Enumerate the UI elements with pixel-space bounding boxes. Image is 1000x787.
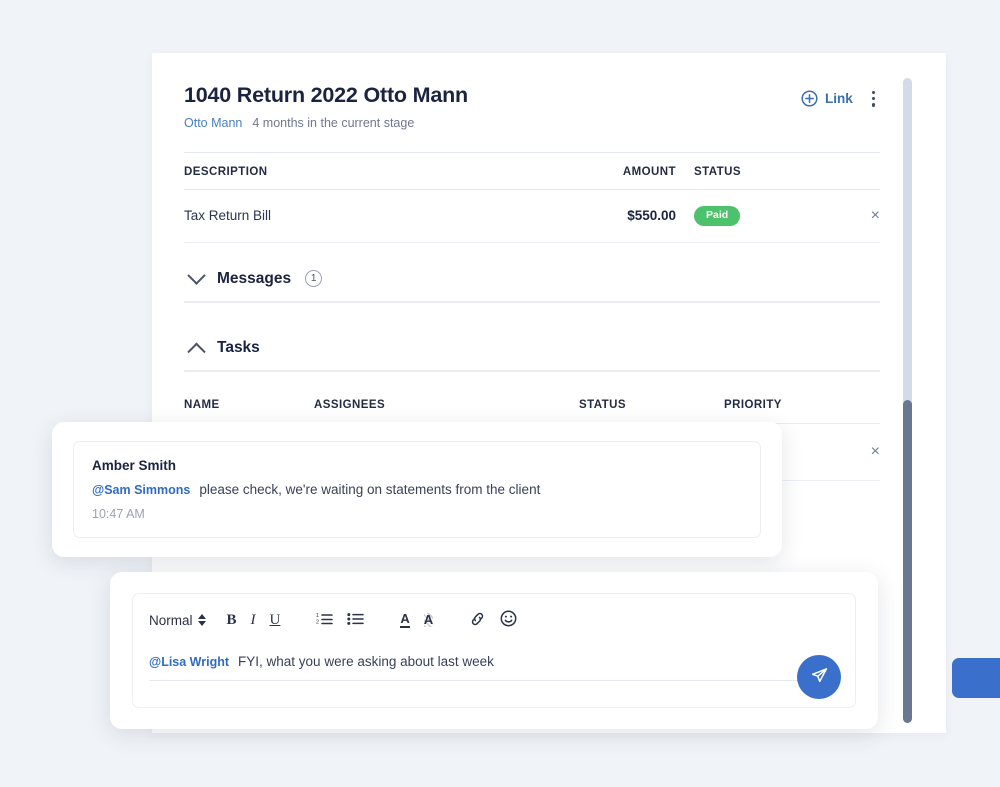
kebab-dot — [871, 103, 875, 107]
column-header-name: NAME — [184, 398, 220, 411]
task-remove-cell: × — [869, 443, 880, 461]
bill-table: DESCRIPTION AMOUNT STATUS Tax Return Bil… — [184, 151, 880, 243]
section-title-tasks: Tasks — [217, 338, 260, 356]
primary-action-button[interactable] — [952, 658, 1000, 698]
document-subtitle: Otto Mann 4 months in the current stage — [184, 116, 468, 130]
plus-circle-icon — [801, 90, 818, 107]
stepper-down-icon — [197, 621, 206, 626]
attachment-button[interactable] — [462, 608, 493, 633]
kebab-dot — [871, 97, 875, 101]
bill-amount: $550.00 — [627, 208, 676, 224]
text-style-label: Normal — [149, 612, 193, 628]
message-author: Amber Smith — [92, 458, 177, 473]
column-header-description: DESCRIPTION — [184, 165, 268, 178]
stepper-up-icon — [197, 614, 206, 619]
italic-button[interactable]: I — [244, 609, 263, 632]
column-header-amount: AMOUNT — [622, 165, 676, 178]
message-body-container: Amber Smith @Sam Simmons please check, w… — [73, 441, 761, 538]
stage-duration: 4 months in the current stage — [252, 115, 415, 130]
section-title-messages: Messages — [217, 269, 292, 287]
remove-task-button[interactable]: × — [871, 443, 880, 460]
bill-description: Tax Return Bill — [184, 208, 272, 224]
table-row[interactable]: Tax Return Bill $550.00 Paid × — [184, 190, 880, 243]
chevron-up-icon — [187, 342, 206, 362]
column-header-priority: PRIORITY — [724, 398, 782, 411]
message-preview-card: Amber Smith @Sam Simmons please check, w… — [52, 422, 782, 557]
more-options-icon[interactable] — [867, 89, 880, 109]
column-header-status: STATUS — [694, 165, 741, 178]
highlight-icon: A — [423, 612, 434, 628]
task-table-header: NAME ASSIGNEES STATUS PRIORITY — [184, 372, 880, 424]
message-timestamp: 10:47 AM — [92, 507, 145, 521]
document-header: 1040 Return 2022 Otto Mann Otto Mann 4 m… — [184, 83, 880, 130]
column-header-assignees: ASSIGNEES — [314, 398, 386, 411]
page-title: 1040 Return 2022 Otto Mann — [184, 83, 468, 107]
scrollbar-track[interactable] — [903, 78, 912, 723]
bullet-list-icon — [347, 611, 365, 629]
header-actions: Link — [801, 83, 880, 109]
scrollbar-thumb[interactable] — [903, 400, 912, 723]
bold-button[interactable]: B — [220, 609, 244, 632]
messages-count-badge: 1 — [305, 270, 323, 288]
composer-text: FYI, what you were asking about last wee… — [238, 654, 494, 669]
bullet-list-button[interactable] — [340, 608, 371, 632]
ordered-list-icon: 1 2 — [316, 611, 334, 629]
link-chain-icon — [469, 611, 486, 630]
remove-bill-button[interactable]: × — [871, 207, 880, 224]
emoji-smiley-icon — [500, 610, 517, 630]
composer-container: Normal B I U 1 2 A A @Lisa Wright FYI, w… — [132, 593, 856, 708]
underline-button[interactable]: U — [263, 609, 288, 632]
kebab-dot — [871, 91, 875, 95]
send-button[interactable] — [797, 655, 841, 699]
emoji-button[interactable] — [493, 607, 524, 633]
chevron-down-icon — [187, 266, 206, 286]
ordered-list-button[interactable]: 1 2 — [309, 608, 340, 632]
highlight-button[interactable]: A — [417, 610, 440, 630]
section-header-messages[interactable]: Messages 1 — [184, 256, 880, 303]
svg-text:1: 1 — [316, 613, 319, 619]
column-header-status: STATUS — [579, 398, 626, 411]
text-color-button[interactable]: A — [393, 609, 416, 632]
editor-toolbar: Normal B I U 1 2 A A — [149, 607, 839, 641]
document-header-text: 1040 Return 2022 Otto Mann Otto Mann 4 m… — [184, 83, 468, 130]
mention-tag[interactable]: @Sam Simmons — [92, 483, 190, 497]
bill-remove-cell: × — [844, 207, 880, 224]
add-link-label: Link — [825, 91, 853, 107]
text-style-select[interactable]: Normal — [149, 613, 220, 628]
status-badge: Paid — [694, 205, 741, 226]
bill-table-header: DESCRIPTION AMOUNT STATUS — [184, 151, 880, 190]
client-link[interactable]: Otto Mann — [184, 116, 242, 130]
add-link-button[interactable]: Link — [801, 90, 853, 107]
message-composer-card: Normal B I U 1 2 A A @Lisa Wright FYI, w… — [110, 572, 878, 729]
stepper-icon — [197, 614, 206, 626]
composer-input-row[interactable]: @Lisa Wright FYI, what you were asking a… — [149, 645, 839, 681]
send-paper-plane-icon — [810, 666, 829, 688]
message-text: please check, we're waiting on statement… — [199, 482, 541, 497]
section-header-tasks[interactable]: Tasks — [184, 325, 880, 372]
mention-tag[interactable]: @Lisa Wright — [149, 655, 229, 669]
bill-status-cell: Paid — [694, 205, 844, 226]
message-content: @Sam Simmons please check, we're waiting… — [92, 482, 742, 497]
svg-text:2: 2 — [316, 620, 319, 626]
text-color-icon: A — [400, 611, 410, 629]
